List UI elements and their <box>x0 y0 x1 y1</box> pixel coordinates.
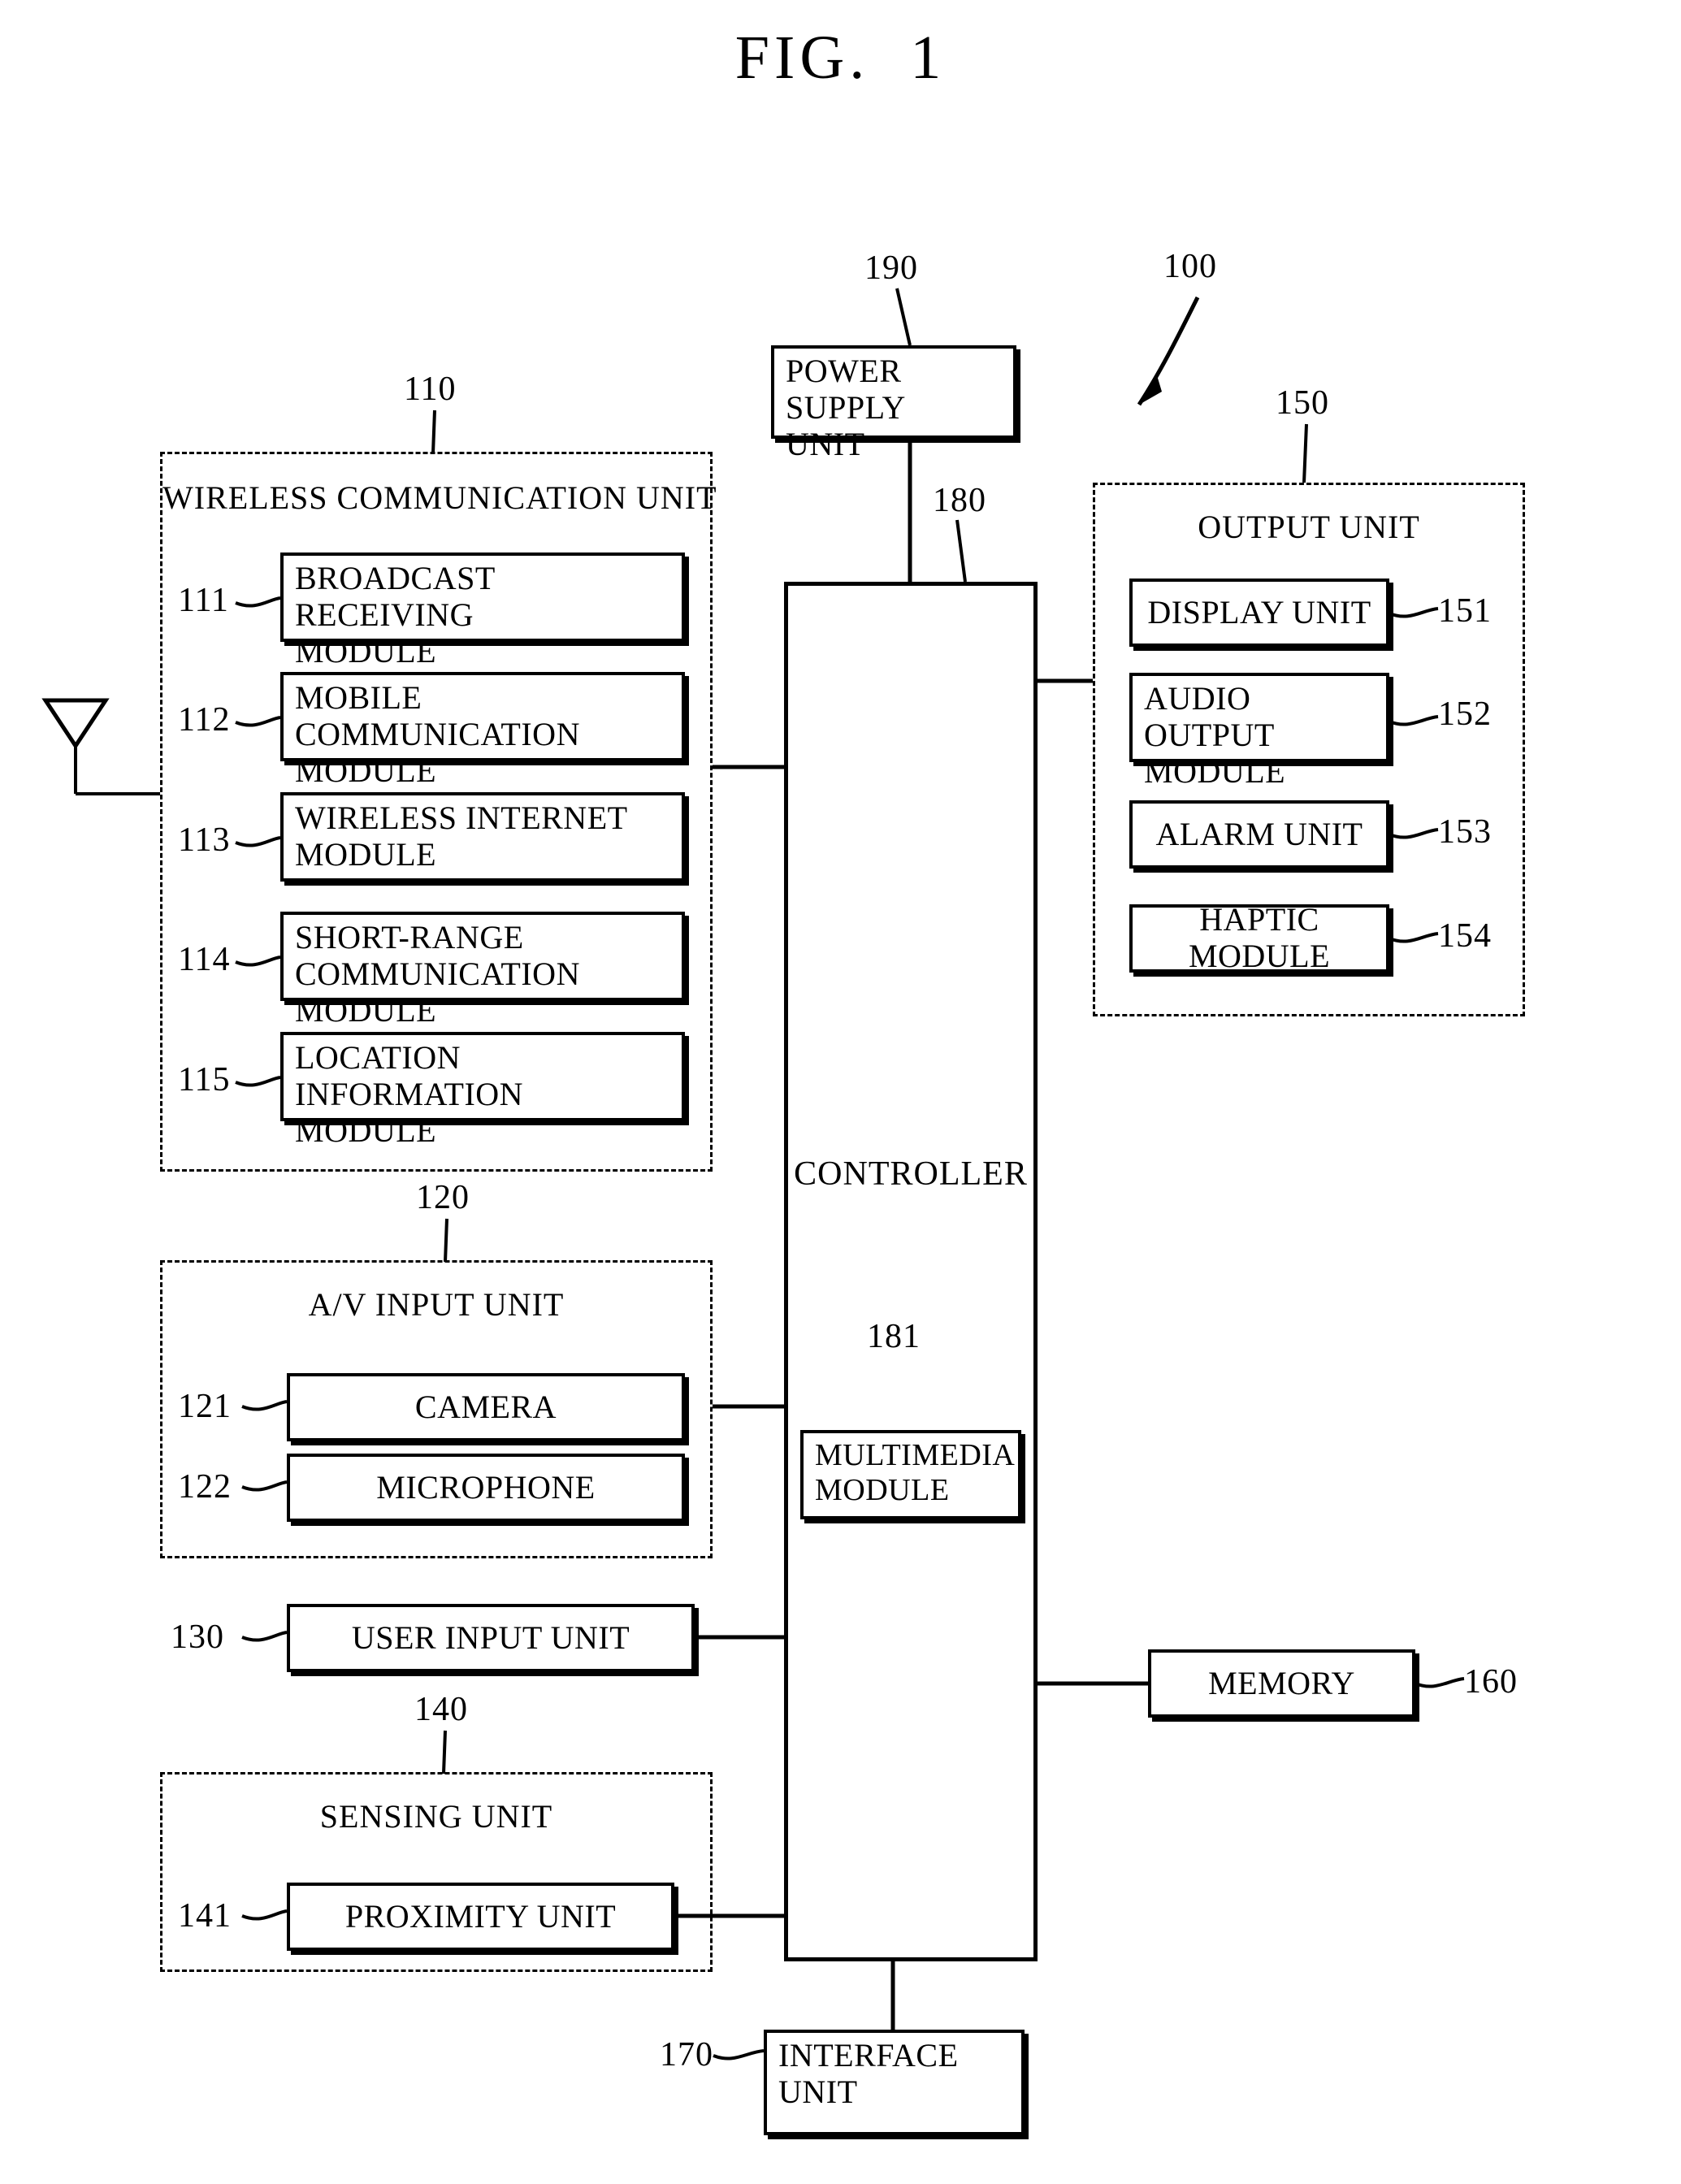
multimedia-module-label: MULTIMEDIA MODULE <box>815 1438 1016 1507</box>
ref-181: 181 <box>867 1318 921 1355</box>
haptic-module-box: HAPTIC MODULE <box>1129 901 1389 974</box>
ref-120: 120 <box>416 1179 470 1216</box>
figure-title: FIG. 1 <box>734 24 947 92</box>
broadcast-receiving-module-box: BROADCAST RECEIVING MODULE <box>280 552 685 670</box>
wireless-internet-module-box: WIRELESS INTERNET MODULE <box>280 792 685 882</box>
output-unit-title: OUTPUT UNIT <box>1198 509 1420 545</box>
leader-100 <box>1137 296 1200 406</box>
haptic-module-label: HAPTIC MODULE <box>1188 901 1331 974</box>
ref-114: 114 <box>178 941 231 978</box>
ref-121: 121 <box>178 1388 232 1425</box>
interface-unit-box: INTERFACE UNIT <box>764 2030 1025 2135</box>
leader-170 <box>713 2049 765 2060</box>
power-supply-unit-label: POWER SUPPLY UNIT <box>786 353 906 462</box>
interface-unit-label: INTERFACE UNIT <box>778 2037 959 2110</box>
audio-output-module-box: AUDIO OUTPUT MODULE <box>1129 673 1389 790</box>
mobile-communication-module-label: MOBILE COMMUNICATION MODULE <box>295 679 580 789</box>
ref-100: 100 <box>1163 248 1217 285</box>
alarm-unit-label: ALARM UNIT <box>1155 815 1363 852</box>
power-supply-unit-box: POWER SUPPLY UNIT <box>771 345 1016 462</box>
ref-130: 130 <box>171 1618 224 1656</box>
wireless-communication-unit-title: WIRELESS COMMUNICATION UNIT <box>162 479 717 516</box>
ref-122: 122 <box>178 1468 232 1506</box>
display-unit-label: DISPLAY UNIT <box>1147 593 1371 630</box>
antenna-icon <box>41 698 110 750</box>
leader-100-arrowhead <box>1139 375 1162 405</box>
user-input-unit-label: USER INPUT UNIT <box>351 1618 630 1656</box>
mobile-communication-module-box: MOBILE COMMUNICATION MODULE <box>280 672 685 789</box>
broadcast-receiving-module-label: BROADCAST RECEIVING MODULE <box>295 560 496 670</box>
patent-figure: FIG. 1 190 POWER SUPPLY UNIT 100 180 CON… <box>0 0 1681 2184</box>
ref-115: 115 <box>178 1061 231 1098</box>
controller-label: CONTROLLER <box>794 1155 1028 1193</box>
location-information-module-box: LOCATION INFORMATION MODULE <box>280 1032 685 1149</box>
leader-140 <box>442 1730 447 1774</box>
leader-160 <box>1415 1677 1465 1688</box>
ref-141: 141 <box>178 1897 232 1935</box>
ref-152: 152 <box>1438 696 1492 733</box>
ref-151: 151 <box>1438 592 1492 630</box>
leader-110 <box>431 410 436 454</box>
ref-140: 140 <box>414 1691 468 1728</box>
multimedia-module-box: MULTIMEDIA MODULE <box>800 1430 1021 1519</box>
microphone-label: MICROPHONE <box>376 1468 596 1506</box>
display-unit-box: DISPLAY UNIT <box>1129 578 1389 647</box>
ref-150: 150 <box>1276 384 1329 422</box>
leader-180 <box>955 519 967 583</box>
camera-label: CAMERA <box>414 1388 557 1425</box>
user-input-unit-box: USER INPUT UNIT <box>287 1604 695 1672</box>
location-information-module-label: LOCATION INFORMATION MODULE <box>295 1039 524 1149</box>
controller-box: CONTROLLER <box>784 582 1038 1961</box>
leader-150 <box>1302 423 1308 483</box>
ref-190: 190 <box>864 249 918 287</box>
ref-154: 154 <box>1438 917 1492 955</box>
leader-190 <box>895 288 912 346</box>
ref-111: 111 <box>178 582 229 619</box>
leader-130 <box>241 1631 288 1642</box>
wireless-internet-module-label: WIRELESS INTERNET MODULE <box>295 800 628 873</box>
memory-label: MEMORY <box>1208 1664 1355 1701</box>
ref-180: 180 <box>933 482 986 519</box>
ref-110: 110 <box>404 370 457 408</box>
proximity-unit-box: PROXIMITY UNIT <box>287 1883 674 1951</box>
ref-112: 112 <box>178 701 231 739</box>
av-input-unit-title: A/V INPUT UNIT <box>308 1286 565 1323</box>
short-range-communication-module-label: SHORT-RANGE COMMUNICATION MODULE <box>295 919 580 1029</box>
sensing-unit-title: SENSING UNIT <box>319 1798 553 1835</box>
ref-113: 113 <box>178 821 231 859</box>
ref-170: 170 <box>660 2036 713 2074</box>
microphone-box: MICROPHONE <box>287 1454 685 1522</box>
leader-120 <box>444 1218 448 1263</box>
ref-160: 160 <box>1464 1663 1518 1701</box>
ref-153: 153 <box>1438 813 1492 851</box>
alarm-unit-box: ALARM UNIT <box>1129 800 1389 869</box>
proximity-unit-label: PROXIMITY UNIT <box>344 1897 617 1935</box>
audio-output-module-label: AUDIO OUTPUT MODULE <box>1144 680 1286 790</box>
memory-box: MEMORY <box>1148 1649 1415 1718</box>
short-range-communication-module-box: SHORT-RANGE COMMUNICATION MODULE <box>280 912 685 1029</box>
camera-box: CAMERA <box>287 1373 685 1441</box>
